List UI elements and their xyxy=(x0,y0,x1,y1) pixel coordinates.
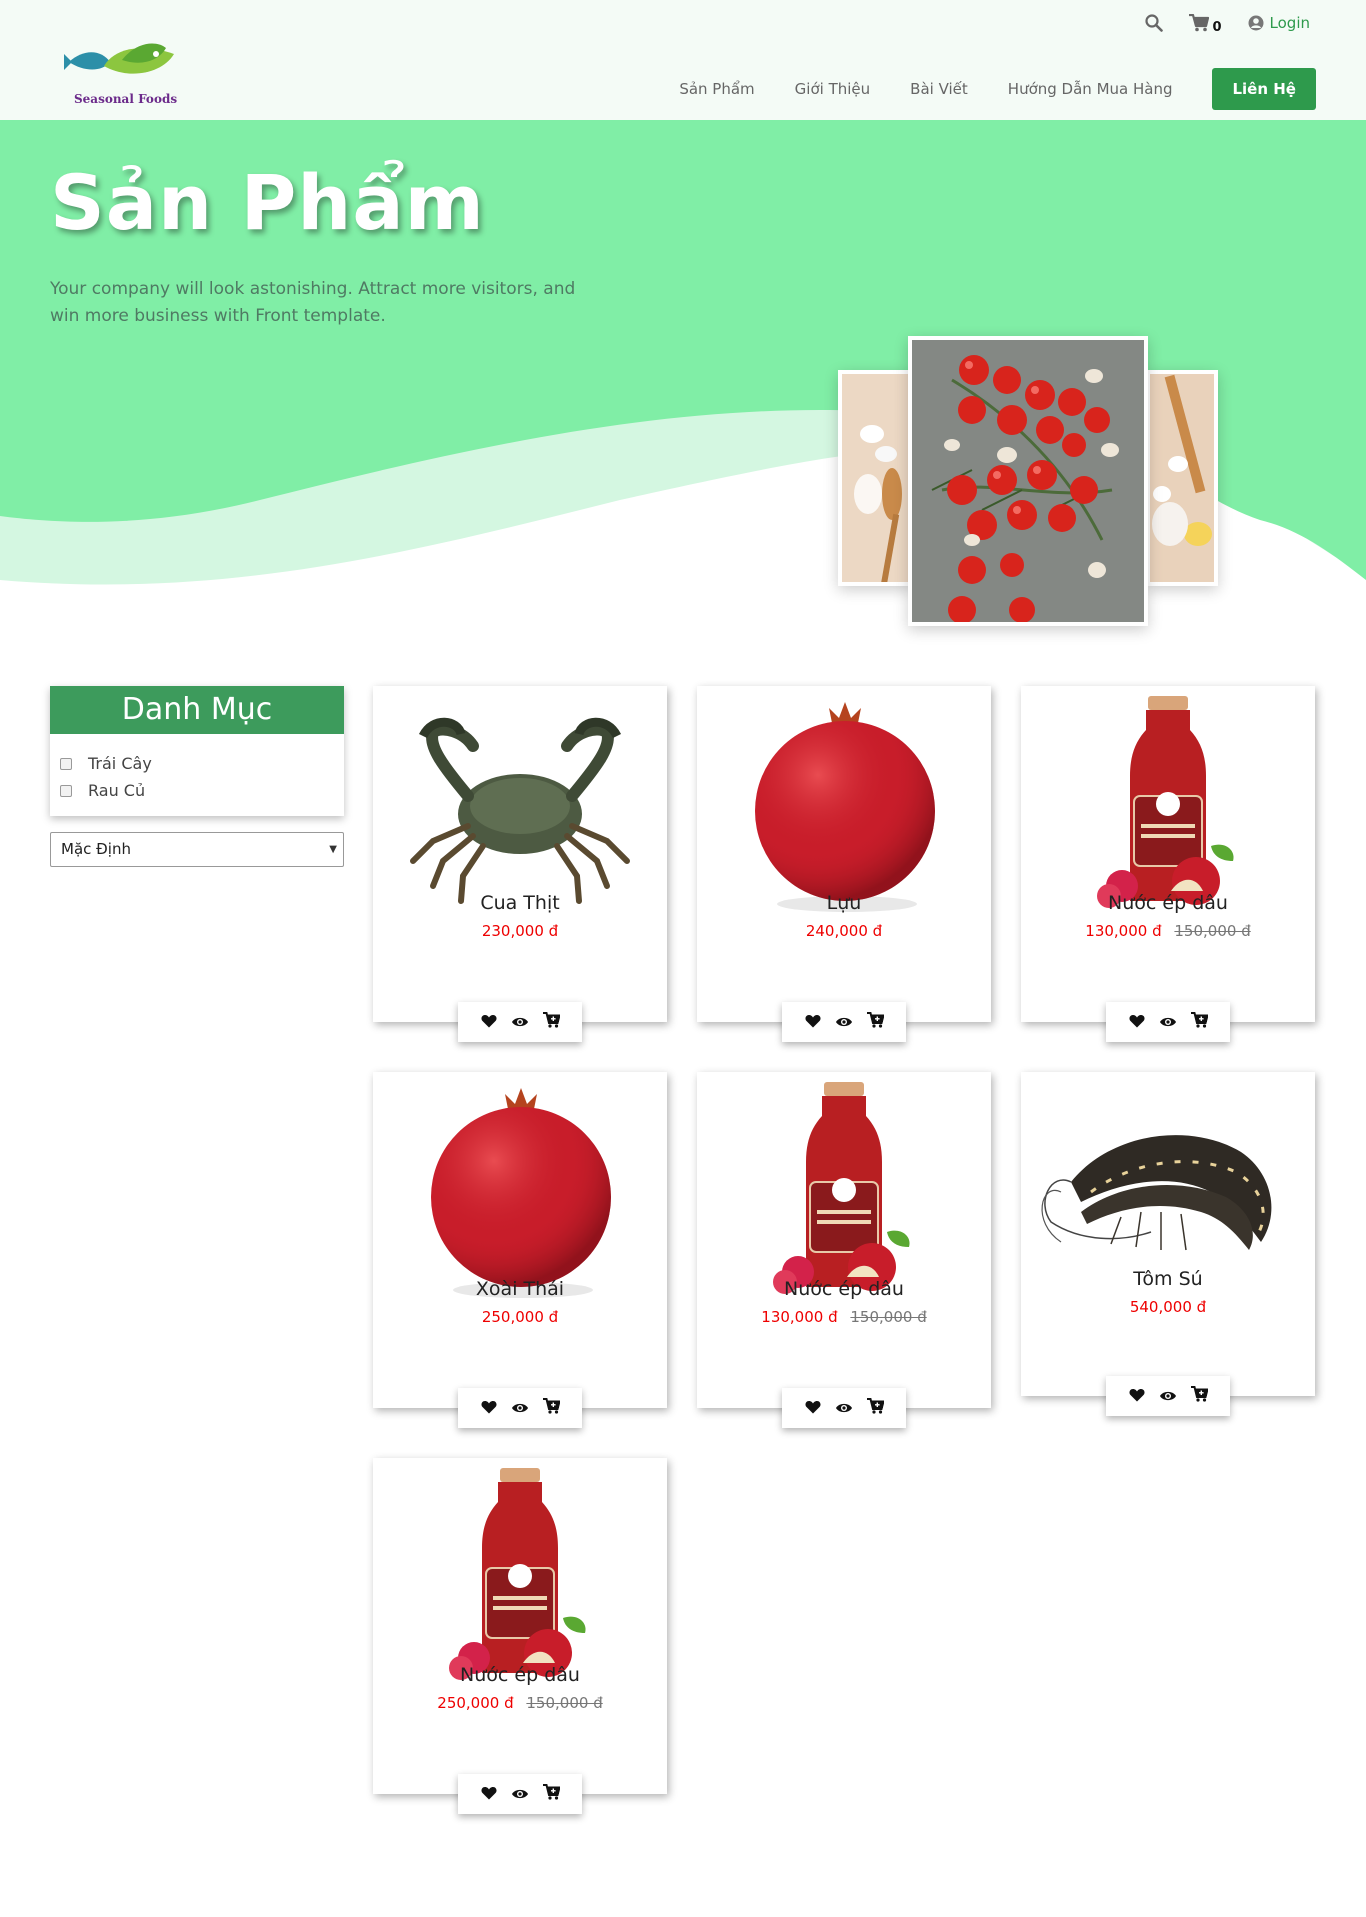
product-actions xyxy=(458,1002,582,1042)
price-current: 230,000 đ xyxy=(481,922,559,940)
hero-photo-eggs xyxy=(838,370,914,586)
cart-icon xyxy=(1189,14,1210,32)
chevron-down-icon: ▼ xyxy=(329,844,337,855)
product-name[interactable]: Nước ép dâu xyxy=(1021,892,1315,914)
category-item-rau-cu[interactable]: Rau Củ xyxy=(60,777,344,804)
category-label: Trái Cây xyxy=(88,754,152,773)
heart-icon[interactable] xyxy=(480,1013,497,1032)
hero-photo-tomatoes xyxy=(908,336,1148,626)
product-image-juice xyxy=(449,1468,586,1680)
add-to-cart-icon[interactable] xyxy=(1190,1386,1209,1406)
product-price: 540,000 đ xyxy=(1021,1298,1315,1316)
category-checkbox[interactable] xyxy=(60,784,72,797)
category-label: Rau Củ xyxy=(88,781,146,800)
product-image-pomegranate xyxy=(431,1088,611,1298)
page-title: Sản Phẩm xyxy=(50,158,485,247)
product-actions xyxy=(458,1388,582,1428)
nav-item-san-pham[interactable]: Sản Phẩm xyxy=(679,80,754,98)
fish-logo-icon xyxy=(64,43,174,74)
contact-button[interactable]: Liên Hệ xyxy=(1212,68,1316,110)
heart-icon[interactable] xyxy=(1128,1013,1145,1032)
price-current: 250,000 đ xyxy=(437,1694,514,1712)
cart-button[interactable]: 0 xyxy=(1189,14,1222,35)
product-card[interactable]: Nước ép dâu 250,000 đ 150,000 đ xyxy=(373,1458,667,1814)
product-actions xyxy=(1106,1376,1230,1416)
nav-item-bai-viet[interactable]: Bài Viết xyxy=(910,80,968,98)
product-card[interactable]: Nước ép dâu 130,000 đ 150,000 đ xyxy=(697,1072,991,1428)
category-checkbox[interactable] xyxy=(60,757,72,770)
add-to-cart-icon[interactable] xyxy=(542,1012,561,1032)
product-name[interactable]: Cua Thịt xyxy=(373,892,667,914)
product-actions xyxy=(458,1774,582,1814)
heart-icon[interactable] xyxy=(804,1399,821,1418)
product-actions xyxy=(782,1002,906,1042)
add-to-cart-icon[interactable] xyxy=(542,1784,561,1804)
price-current: 130,000 đ xyxy=(1085,922,1162,940)
eye-icon[interactable] xyxy=(835,1399,853,1418)
eye-icon[interactable] xyxy=(835,1013,853,1032)
eye-icon[interactable] xyxy=(1159,1013,1177,1032)
product-price: 230,000 đ xyxy=(373,922,667,940)
product-price: 130,000 đ 150,000 đ xyxy=(697,1308,991,1326)
site-header: Seasonal Foods 0 Login Sản Phẩm Giới Thi… xyxy=(0,0,1366,120)
price-current: 540,000 đ xyxy=(1129,1298,1207,1316)
sort-selected-value: Mặc Định xyxy=(61,840,131,858)
product-actions xyxy=(1106,1002,1230,1042)
price-original: 150,000 đ xyxy=(850,1308,927,1326)
product-price: 250,000 đ 150,000 đ xyxy=(373,1694,667,1712)
search-icon[interactable] xyxy=(1145,14,1164,32)
nav-item-gioi-thieu[interactable]: Giới Thiệu xyxy=(795,80,870,98)
product-card[interactable]: Nước ép dâu 130,000 đ 150,000 đ xyxy=(1021,686,1315,1042)
eye-icon[interactable] xyxy=(511,1013,529,1032)
product-name[interactable]: Xoài Thái xyxy=(373,1278,667,1300)
add-to-cart-icon[interactable] xyxy=(866,1012,885,1032)
product-name[interactable]: Tôm Sú xyxy=(1021,1268,1315,1290)
product-price: 250,000 đ xyxy=(373,1308,667,1326)
price-original: 150,000 đ xyxy=(1174,922,1251,940)
product-image-pomegranate xyxy=(755,702,935,912)
product-actions xyxy=(782,1388,906,1428)
product-price: 240,000 đ xyxy=(697,922,991,940)
login-label: Login xyxy=(1269,14,1310,32)
nav-item-huong-dan[interactable]: Hướng Dẫn Mua Hàng xyxy=(1008,80,1173,98)
hero-photo-baking xyxy=(1146,370,1218,586)
product-name[interactable]: Nước ép dâu xyxy=(697,1278,991,1300)
user-circle-icon xyxy=(1248,15,1264,31)
category-title: Danh Mục xyxy=(50,686,344,734)
product-card[interactable]: Tôm Sú 540,000 đ xyxy=(1021,1072,1315,1416)
price-original: 150,000 đ xyxy=(526,1694,603,1712)
cart-count: 0 xyxy=(1212,19,1222,35)
add-to-cart-icon[interactable] xyxy=(866,1398,885,1418)
category-filter: Danh Mục Trái Cây Rau Củ xyxy=(50,686,344,816)
main-nav: Sản Phẩm Giới Thiệu Bài Viết Hướng Dẫn M… xyxy=(679,68,1316,110)
product-image-crab xyxy=(410,717,630,904)
logo[interactable]: Seasonal Foods xyxy=(64,40,184,110)
eye-icon[interactable] xyxy=(1159,1387,1177,1406)
heart-icon[interactable] xyxy=(1128,1387,1145,1406)
product-card[interactable]: Cua Thịt 230,000 đ xyxy=(373,686,667,1042)
heart-icon[interactable] xyxy=(804,1013,821,1032)
product-price: 130,000 đ 150,000 đ xyxy=(1021,922,1315,940)
sort-select[interactable]: Mặc Định ▼ xyxy=(50,832,344,867)
product-image-juice xyxy=(773,1082,910,1294)
login-link[interactable]: Login xyxy=(1248,14,1310,32)
eye-icon[interactable] xyxy=(511,1399,529,1418)
product-name[interactable]: Lựu xyxy=(697,892,991,914)
heart-icon[interactable] xyxy=(480,1399,497,1418)
price-current: 240,000 đ xyxy=(805,922,883,940)
logo-text: Seasonal Foods xyxy=(74,92,178,106)
product-card[interactable]: Xoài Thái 250,000 đ xyxy=(373,1072,667,1428)
price-current: 130,000 đ xyxy=(761,1308,838,1326)
product-name[interactable]: Nước ép dâu xyxy=(373,1664,667,1686)
eye-icon[interactable] xyxy=(511,1785,529,1804)
price-current: 250,000 đ xyxy=(481,1308,559,1326)
heart-icon[interactable] xyxy=(480,1785,497,1804)
category-item-trai-cay[interactable]: Trái Cây xyxy=(60,750,344,777)
product-card[interactable]: Lựu 240,000 đ xyxy=(697,686,991,1042)
utility-bar: 0 Login xyxy=(1145,14,1310,35)
add-to-cart-icon[interactable] xyxy=(542,1398,561,1418)
add-to-cart-icon[interactable] xyxy=(1190,1012,1209,1032)
hero-subtitle: Your company will look astonishing. Attr… xyxy=(50,279,576,326)
product-image-juice xyxy=(1097,696,1234,908)
